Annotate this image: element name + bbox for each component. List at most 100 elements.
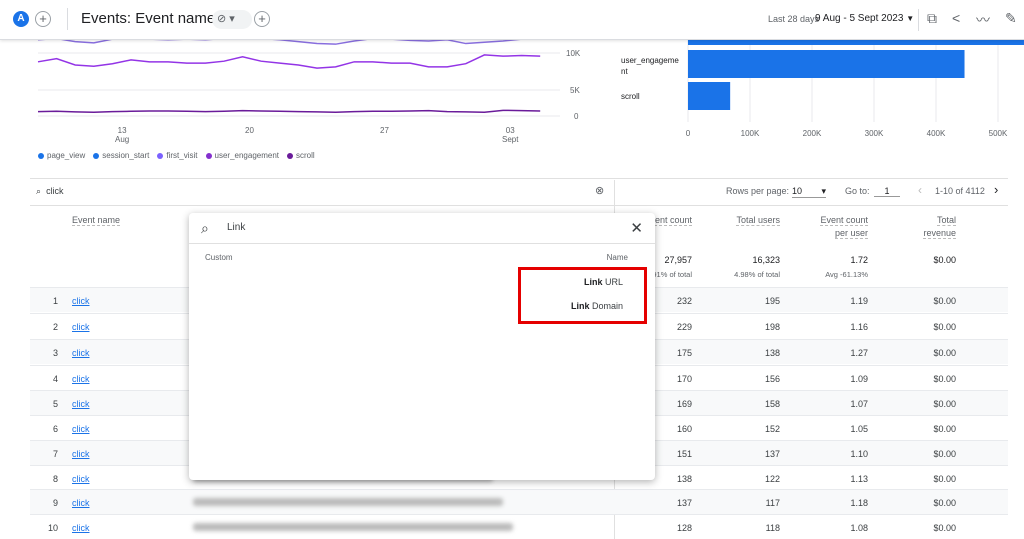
row-number: 2 <box>52 322 58 332</box>
series-line <box>37 54 541 69</box>
x-tick: 13 Aug <box>115 126 130 144</box>
event-name-link[interactable]: click <box>72 348 90 358</box>
y-tick: 10K <box>566 49 581 58</box>
cell-total-users: 198 <box>764 322 780 332</box>
chart-legend: page_view session_start first_visit user… <box>38 151 315 160</box>
x-tick: 20 <box>245 126 254 135</box>
x-tick: 03 Sept <box>502 126 519 144</box>
goto-input[interactable]: 1 <box>874 186 900 197</box>
col-total-revenue[interactable]: Total revenue <box>876 214 956 240</box>
legend-item[interactable]: scroll <box>287 151 315 160</box>
report-status-dropdown[interactable]: ⊘ ▾ <box>212 10 252 29</box>
x-tick: 0 <box>686 129 691 138</box>
date-range-label: Last 28 days <box>768 14 820 24</box>
cell-event-count: 128 <box>676 523 692 533</box>
legend-item[interactable]: user_engagement <box>205 151 279 160</box>
report-header: A + Events: Event name ⊘ ▾ + Last 28 day… <box>0 0 1024 40</box>
goto-label: Go to: <box>845 186 870 196</box>
page-range: 1-10 of 4112 <box>935 186 985 196</box>
cell-total-users: 137 <box>764 449 780 459</box>
bar <box>688 82 731 110</box>
row-number: 1 <box>52 296 58 306</box>
divider <box>30 205 1008 206</box>
event-name-link[interactable]: click <box>72 424 90 434</box>
bar-chart: 0 100K 200K 300K 400K 500K user_engageme nt sc… <box>600 40 1024 180</box>
customize-report-icon[interactable]: ⧉ <box>927 10 937 27</box>
divider <box>189 243 655 244</box>
event-name-link[interactable]: click <box>72 474 90 484</box>
event-name-link[interactable]: click <box>72 374 90 384</box>
cell-revenue: $0.00 <box>933 449 956 459</box>
caret-down-icon: ▼ <box>906 14 915 23</box>
close-icon[interactable]: ✕ <box>630 219 643 237</box>
event-name-link[interactable]: click <box>72 296 90 306</box>
event-name-link[interactable]: click <box>72 322 90 332</box>
event-name-link[interactable]: click <box>72 449 90 459</box>
col-count-per-user[interactable]: Event count per user <box>788 214 868 240</box>
check-circle-icon: ⊘ <box>217 13 227 25</box>
total-users: 16,323 <box>752 255 780 265</box>
row-number: 3 <box>52 348 58 358</box>
total-revenue: $0.00 <box>933 255 956 265</box>
next-page-icon[interactable]: › <box>994 182 998 197</box>
cell-revenue: $0.00 <box>933 399 956 409</box>
add-comparison-icon[interactable]: + <box>35 11 51 27</box>
cell-revenue: $0.00 <box>933 474 956 484</box>
dimension-search-input[interactable] <box>227 222 607 233</box>
name-column-label: Name <box>606 253 628 262</box>
event-name-link[interactable]: click <box>72 399 90 409</box>
property-avatar[interactable]: A <box>13 11 29 27</box>
divider <box>30 178 1008 179</box>
divider <box>67 8 68 30</box>
bar <box>688 50 965 78</box>
category-label: Custom <box>205 253 233 262</box>
cell-per-user: 1.18 <box>850 498 868 508</box>
date-range-picker[interactable]: 9 Aug - 5 Sept 2023 ▼ <box>815 13 914 24</box>
total-per-user: 1.72 <box>850 255 868 265</box>
col-event-name[interactable]: Event name <box>72 214 121 227</box>
rows-per-page-select[interactable]: 10 ▾ <box>792 186 826 198</box>
x-tick: 300K <box>865 129 884 138</box>
cell-total-users: 118 <box>765 523 780 533</box>
x-tick: 27 <box>380 126 389 135</box>
insights-icon[interactable]: 〰 <box>976 10 990 30</box>
cell-revenue: $0.00 <box>933 523 956 533</box>
cell-revenue: $0.00 <box>933 322 956 332</box>
cell-per-user: 1.16 <box>850 322 868 332</box>
page-title: Events: Event name <box>81 10 216 27</box>
legend-item[interactable]: first_visit <box>157 151 198 160</box>
cell-total-users: 122 <box>764 474 780 484</box>
table-row: 9 click 137 117 1.18 $0.00 <box>30 489 1008 514</box>
chevron-down-icon: ▾ <box>229 13 235 25</box>
cell-per-user: 1.19 <box>850 296 868 306</box>
cell-total-users: 195 <box>764 296 780 306</box>
event-name-link[interactable]: click <box>72 523 90 533</box>
cell-revenue: $0.00 <box>933 296 956 306</box>
date-range-value: 9 Aug - 5 Sept 2023 <box>815 13 904 24</box>
table-search-value: click <box>46 186 64 196</box>
total-per-user-avg: Avg -61.13% <box>825 270 868 279</box>
add-filter-icon[interactable]: + <box>254 11 270 27</box>
clear-search-icon[interactable]: ⊗ <box>595 184 604 197</box>
cell-per-user: 1.27 <box>850 348 868 358</box>
search-icon: ⌕ <box>36 186 42 196</box>
col-total-users[interactable]: Total users <box>700 214 780 227</box>
cell-revenue: $0.00 <box>933 424 956 434</box>
cell-per-user: 1.08 <box>850 523 868 533</box>
divider <box>918 9 919 31</box>
y-tick: 5K <box>570 86 580 95</box>
legend-item[interactable]: page_view <box>38 151 85 160</box>
edit-icon[interactable]: ✎ <box>1005 10 1017 27</box>
series-line <box>38 40 521 45</box>
prev-page-icon[interactable]: ‹ <box>918 183 922 197</box>
y-tick: 0 <box>574 112 579 121</box>
row-number: 9 <box>52 498 58 508</box>
cell-per-user: 1.07 <box>850 399 868 409</box>
event-name-link[interactable]: click <box>72 498 90 508</box>
cell-total-users: 156 <box>764 374 780 384</box>
share-icon[interactable]: < <box>952 10 960 26</box>
cell-event-count: 137 <box>676 498 692 508</box>
legend-item[interactable]: session_start <box>93 151 149 160</box>
highlight-box <box>518 267 647 324</box>
table-search[interactable]: ⌕ click <box>36 186 64 197</box>
